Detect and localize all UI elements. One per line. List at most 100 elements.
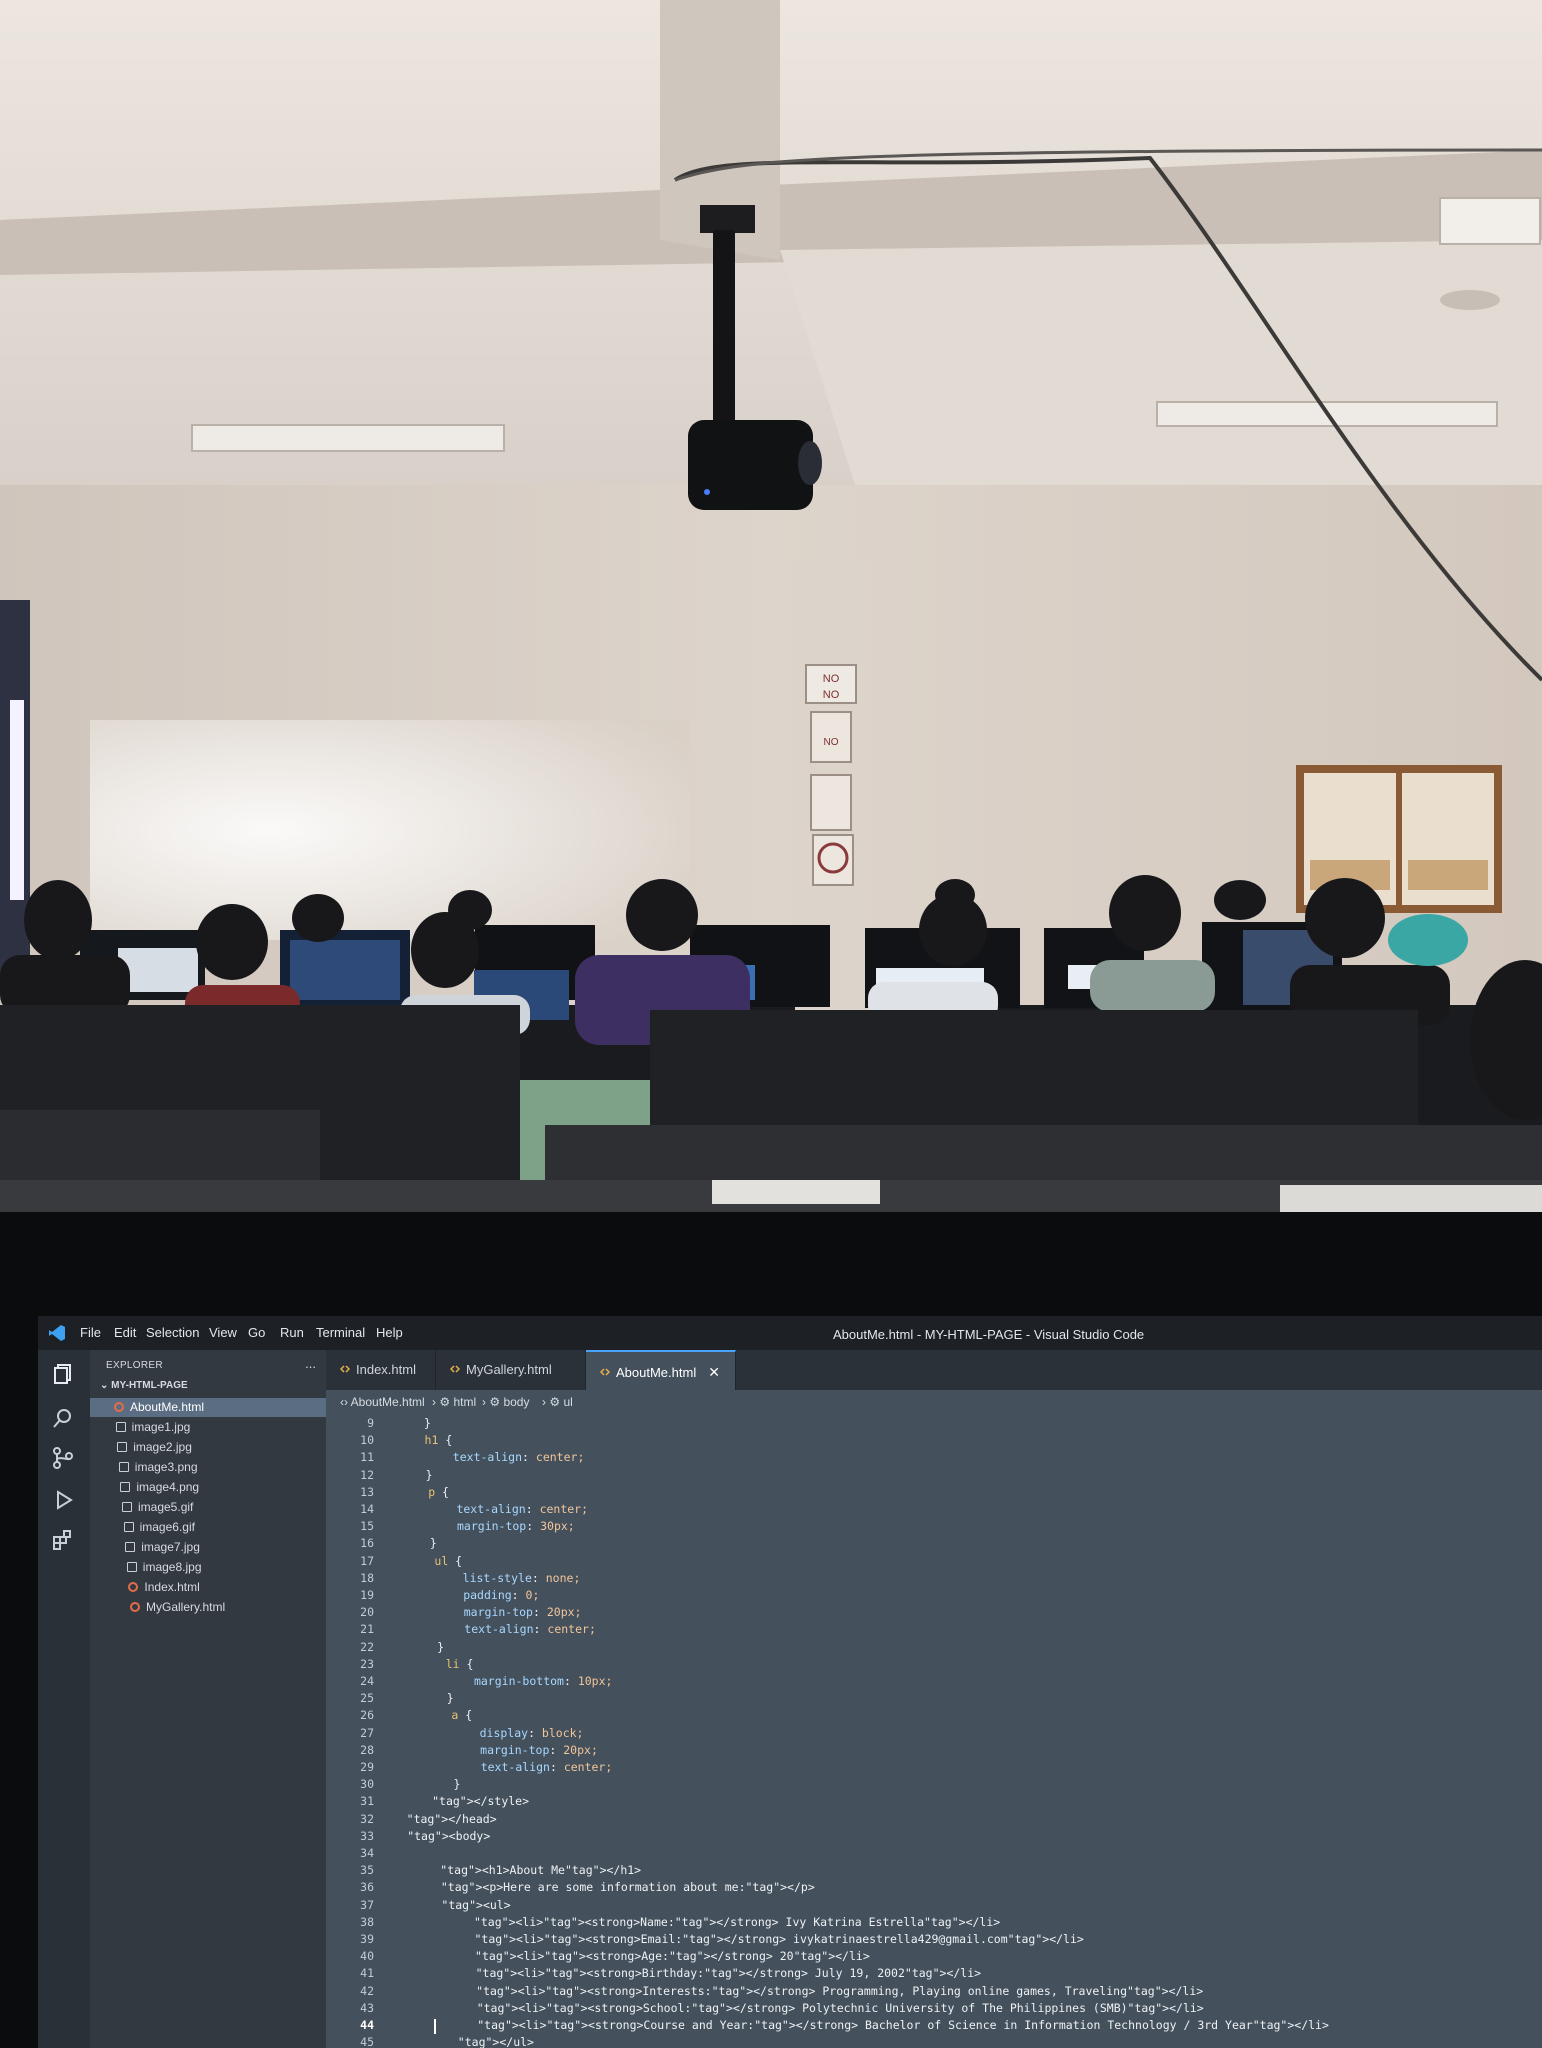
code-line[interactable]: 39 "tag"><li>"tag"><strong>Email:"tag"></… xyxy=(326,1932,1542,1949)
explorer-file-item[interactable]: AboutMe.html xyxy=(90,1398,326,1417)
activity-bar xyxy=(38,1350,90,2048)
file-name: Index.html xyxy=(144,1580,200,1594)
breadcrumb-body[interactable]: › ⚙ body xyxy=(482,1390,529,1414)
code-text: p { xyxy=(428,1484,449,1499)
code-line[interactable]: 11 text-align: center; xyxy=(326,1450,1542,1467)
code-line[interactable]: 45 "tag"></ul> xyxy=(326,2035,1542,2048)
window-title: AboutMe.html - MY-HTML-PAGE - Visual Stu… xyxy=(833,1327,1145,1342)
tab-aboutme[interactable]: AboutMe.html ✕ xyxy=(586,1350,736,1390)
explorer-file-item[interactable]: image8.jpg xyxy=(90,1558,326,1577)
extensions-icon[interactable] xyxy=(51,1528,75,1552)
explorer-file-item[interactable]: Index.html xyxy=(90,1578,326,1597)
code-line[interactable]: 21 text-align: center; xyxy=(326,1622,1542,1639)
image-file-icon xyxy=(115,1422,126,1432)
menu-selection[interactable]: Selection xyxy=(146,1325,199,1340)
explorer-sidebar: EXPLORER ... ⌄ MY-HTML-PAGE AboutMe.html… xyxy=(90,1350,326,2048)
code-line[interactable]: 43 "tag"><li>"tag"><strong>School:"tag"><… xyxy=(326,2001,1542,2018)
code-editor[interactable]: 9} 10 h1 {11 text-align: center; 12} 13 p { 14… xyxy=(326,1414,1542,2048)
code-line[interactable]: 24 margin-bottom: 10px; xyxy=(326,1674,1542,1691)
code-line[interactable]: 31 "tag"></style> xyxy=(326,1794,1542,1811)
line-number: 17 xyxy=(360,1553,374,1568)
code-line[interactable]: 10 h1 { xyxy=(326,1433,1542,1450)
explorer-more-button[interactable]: ... xyxy=(305,1356,316,1371)
file-name: MyGallery.html xyxy=(146,1600,226,1614)
close-icon[interactable]: ✕ xyxy=(708,1364,720,1380)
line-number: 20 xyxy=(360,1605,374,1620)
code-line[interactable]: 32 "tag"></head> xyxy=(326,1812,1542,1829)
explorer-file-item[interactable]: image3.png xyxy=(90,1458,326,1477)
explorer-files-icon[interactable] xyxy=(51,1362,75,1386)
breadcrumb-file[interactable]: ‹› AboutMe.html xyxy=(340,1390,425,1414)
explorer-file-item[interactable]: image6.gif xyxy=(90,1518,326,1537)
code-line[interactable]: 19 padding: 0; xyxy=(326,1588,1542,1605)
code-line[interactable]: 22} xyxy=(326,1640,1542,1657)
code-line[interactable]: 37 "tag"><ul> xyxy=(326,1898,1542,1915)
code-text: text-align: center; xyxy=(452,1450,585,1465)
line-number: 29 xyxy=(360,1760,374,1774)
code-line[interactable]: 16} xyxy=(326,1536,1542,1553)
menu-file[interactable]: File xyxy=(80,1325,101,1340)
code-line[interactable]: 13 p { xyxy=(326,1485,1542,1502)
code-line[interactable]: 35 "tag"><h1>About Me"tag"></h1> xyxy=(326,1863,1542,1880)
menu-view[interactable]: View xyxy=(209,1325,237,1340)
code-line[interactable]: 27 display: block; xyxy=(326,1726,1542,1743)
explorer-file-item[interactable]: image5.gif xyxy=(90,1498,326,1517)
code-line[interactable]: 41 "tag"><li>"tag"><strong>Birthday:"tag"… xyxy=(326,1966,1542,1983)
workspace-folder[interactable]: ⌄ MY-HTML-PAGE xyxy=(100,1380,188,1391)
code-line[interactable]: 26 a { xyxy=(326,1708,1542,1725)
code-line[interactable]: 42 "tag"><li>"tag"><strong>Interests:"tag… xyxy=(326,1984,1542,2001)
ceiling-light-left xyxy=(191,424,505,452)
breadcrumb-ul[interactable]: › ⚙ ul xyxy=(542,1390,573,1414)
code-text: "tag"><li>"tag"><strong>Interests:"tag">… xyxy=(476,1983,1204,1998)
explorer-file-item[interactable]: image7.jpg xyxy=(90,1538,326,1557)
code-line[interactable]: 17 ul { xyxy=(326,1554,1542,1571)
line-number: 13 xyxy=(360,1484,374,1499)
code-text: "tag"><li>"tag"><strong>Course and Year:… xyxy=(477,2018,1329,2032)
tab-label: AboutMe.html xyxy=(616,1365,697,1380)
line-number: 18 xyxy=(360,1570,374,1585)
file-name: image7.jpg xyxy=(141,1540,200,1554)
code-line[interactable]: 30} xyxy=(326,1777,1542,1794)
line-number: 10 xyxy=(360,1433,374,1448)
image-file-icon xyxy=(125,1542,136,1552)
code-line[interactable]: 25} xyxy=(326,1691,1542,1708)
code-line[interactable]: 28 margin-top: 20px; xyxy=(326,1743,1542,1760)
line-number: 23 xyxy=(360,1656,374,1671)
code-line[interactable]: 18 list-style: none; xyxy=(326,1571,1542,1588)
code-line[interactable]: 38 "tag"><li>"tag"><strong>Name:"tag"></s… xyxy=(326,1915,1542,1932)
line-number: 22 xyxy=(360,1639,374,1654)
menu-terminal[interactable]: Terminal xyxy=(316,1325,365,1340)
code-line[interactable]: 40 "tag"><li>"tag"><strong>Age:"tag"></st… xyxy=(326,1949,1542,1966)
image-file-icon xyxy=(117,1442,128,1452)
explorer-file-item[interactable]: image1.jpg xyxy=(90,1418,326,1437)
code-line[interactable]: 33 "tag"><body> xyxy=(326,1829,1542,1846)
code-line[interactable]: 9} xyxy=(326,1416,1542,1433)
run-debug-icon[interactable] xyxy=(51,1488,75,1512)
breadcrumb-html[interactable]: › ⚙ html xyxy=(432,1390,476,1414)
code-line[interactable]: 29 text-align: center; xyxy=(326,1760,1542,1777)
menu-run[interactable]: Run xyxy=(280,1325,304,1340)
code-line[interactable]: 44 "tag"><li>"tag"><strong>Course and Yea… xyxy=(326,2018,1542,2035)
menu-go[interactable]: Go xyxy=(248,1325,265,1340)
explorer-file-item[interactable]: image2.jpg xyxy=(90,1438,326,1457)
explorer-file-item[interactable]: MyGallery.html xyxy=(90,1598,326,1617)
code-line[interactable]: 36 "tag"><p>Here are some information abo… xyxy=(326,1880,1542,1897)
tab-mygallery[interactable]: MyGallery.html xyxy=(436,1350,586,1390)
menu-help[interactable]: Help xyxy=(376,1325,403,1340)
search-icon[interactable] xyxy=(51,1406,75,1430)
code-line[interactable]: 34 xyxy=(326,1846,1542,1863)
html-file-icon xyxy=(128,1582,139,1592)
code-line[interactable]: 12} xyxy=(326,1468,1542,1485)
menu-edit[interactable]: Edit xyxy=(114,1325,136,1340)
source-control-icon[interactable] xyxy=(51,1446,75,1470)
image-file-icon xyxy=(120,1482,131,1492)
code-line[interactable]: 23 li { xyxy=(326,1657,1542,1674)
code-line[interactable]: 20 margin-top: 20px; xyxy=(326,1605,1542,1622)
explorer-file-item[interactable]: image4.png xyxy=(90,1478,326,1497)
code-text: padding: 0; xyxy=(463,1588,540,1602)
code-line[interactable]: 15 margin-top: 30px; xyxy=(326,1519,1542,1536)
code-text: text-align: center; xyxy=(464,1622,596,1637)
tab-index[interactable]: Index.html xyxy=(326,1350,436,1390)
vscode-logo-icon xyxy=(49,1325,65,1341)
code-line[interactable]: 14 text-align: center; xyxy=(326,1502,1542,1519)
